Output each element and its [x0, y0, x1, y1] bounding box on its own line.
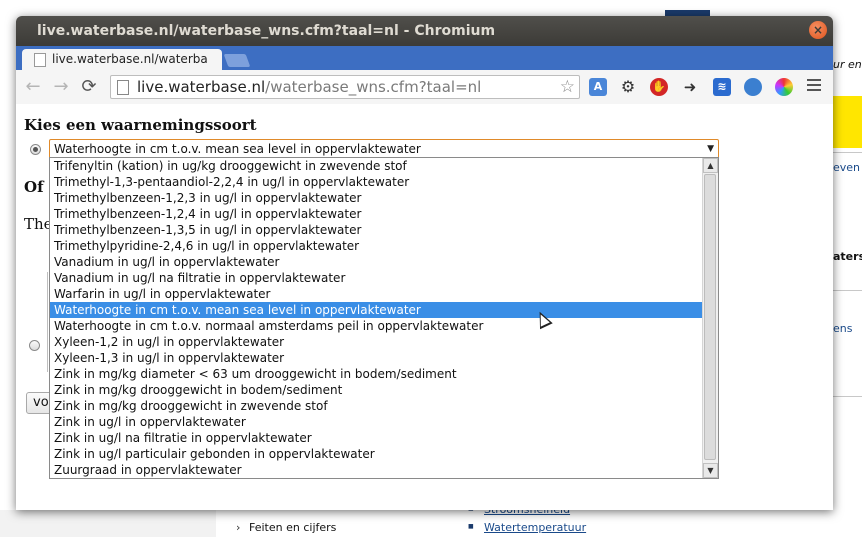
url-host: live.waterbase.nl: [137, 78, 266, 96]
phone-transfer-icon[interactable]: ➜: [681, 78, 699, 96]
scroll-up-icon[interactable]: ▲: [703, 158, 718, 173]
tab-strip: live.waterbase.nl/waterba: [16, 46, 833, 70]
chevron-right-icon: ›: [236, 521, 241, 534]
dropdown-option[interactable]: Xyleen-1,3 in ug/l in oppervlaktewater: [50, 350, 718, 366]
page-heading: Kies een waarnemingssoort: [24, 116, 257, 134]
scrollbar-thumb[interactable]: [704, 174, 716, 460]
background-text: ur en: [833, 58, 862, 71]
scroll-down-icon[interactable]: ▼: [703, 463, 718, 478]
background-link[interactable]: even: [833, 161, 860, 174]
tab-active[interactable]: live.waterbase.nl/waterba: [22, 49, 222, 70]
menu-icon[interactable]: [807, 79, 821, 94]
page-icon: [117, 80, 129, 95]
chevron-down-icon: ▼: [707, 144, 714, 154]
dropdown-option[interactable]: Vanadium in ug/l in oppervlaktewater: [50, 254, 718, 270]
background-yellow-banner: [833, 96, 862, 148]
background-divider: [833, 396, 862, 397]
url-text: live.waterbase.nl/waterbase_wns.cfm?taal…: [137, 76, 481, 98]
back-button[interactable]: ←: [22, 76, 44, 98]
stop-extension-icon[interactable]: ✋: [650, 78, 668, 96]
url-path: /waterbase_wns.cfm?taal=nl: [265, 78, 482, 96]
window-titlebar[interactable]: live.waterbase.nl/waterbase_wns.cfm?taal…: [16, 16, 833, 46]
dropdown-option[interactable]: Zink in mg/kg diameter < 63 um drooggewi…: [50, 366, 718, 382]
address-bar[interactable]: live.waterbase.nl/waterbase_wns.cfm?taal…: [110, 75, 580, 99]
dropdown-option[interactable]: Trifenyltin (kation) in ug/kg drooggewic…: [50, 158, 718, 174]
browser-toolbar: ← → ⟳ live.waterbase.nl/waterbase_wns.cf…: [16, 70, 833, 105]
dropdown-option[interactable]: Zink in mg/kg drooggewicht in zwevende s…: [50, 398, 718, 414]
background-margin: [0, 510, 216, 537]
observation-type-select[interactable]: Waterhoogte in cm t.o.v. mean sea level …: [49, 139, 719, 159]
translate-icon[interactable]: A: [589, 78, 607, 96]
globe-icon[interactable]: [744, 78, 762, 96]
window-title: live.waterbase.nl/waterbase_wns.cfm?taal…: [37, 23, 496, 39]
dropdown-option[interactable]: Waterhoogte in cm t.o.v. normaal amsterd…: [50, 318, 718, 334]
dropdown-option[interactable]: Zink in ug/l in oppervlaktewater: [50, 414, 718, 430]
dropdown-option[interactable]: Trimethylbenzeen-1,2,3 in ug/l in opperv…: [50, 190, 718, 206]
background-divider: [833, 290, 862, 291]
background-link[interactable]: ens: [833, 322, 852, 335]
observation-type-radio[interactable]: [30, 144, 41, 155]
dropdown-option[interactable]: Zink in ug/l na filtratie in oppervlakte…: [50, 430, 718, 446]
page-icon: [34, 53, 46, 67]
background-footer: › Feiten en cijfers ■ Stroomsnelheid ■ W…: [216, 503, 862, 537]
gear-icon[interactable]: ⚙: [619, 78, 637, 96]
background-divider: [833, 152, 862, 153]
footer-link-watertemperatuur[interactable]: Watertemperatuur: [484, 521, 586, 534]
dropdown-options: Trifenyltin (kation) in ug/kg drooggewic…: [50, 158, 718, 478]
waves-extension-icon[interactable]: ≋: [713, 78, 731, 96]
dropdown-option[interactable]: Zink in mg/kg drooggewicht in bodem/sedi…: [50, 382, 718, 398]
dropdown-option[interactable]: Warfarin in ug/l in oppervlaktewater: [50, 286, 718, 302]
dropdown-option[interactable]: Trimethylbenzeen-1,2,4 in ug/l in opperv…: [50, 206, 718, 222]
dropdown-option[interactable]: Zink in ug/l particulair gebonden in opp…: [50, 446, 718, 462]
bookmark-star-icon[interactable]: ☆: [560, 76, 575, 98]
bullet-icon: ■: [468, 523, 474, 530]
dropdown-scrollbar[interactable]: ▲ ▼: [702, 158, 718, 478]
observation-type-dropdown[interactable]: Trifenyltin (kation) in ug/kg drooggewic…: [49, 157, 719, 479]
select-value: Waterhoogte in cm t.o.v. mean sea level …: [54, 142, 421, 156]
new-tab-button[interactable]: [223, 54, 251, 67]
reload-button[interactable]: ⟳: [78, 76, 100, 98]
dropdown-option[interactable]: Vanadium in ug/l na filtratie in oppervl…: [50, 270, 718, 286]
dropdown-option[interactable]: Waterhoogte in cm t.o.v. mean sea level …: [50, 302, 718, 318]
theme-radio[interactable]: [29, 340, 40, 351]
close-window-button[interactable]: ×: [809, 21, 827, 39]
dropdown-option[interactable]: Trimethylbenzeen-1,3,5 in ug/l in opperv…: [50, 222, 718, 238]
background-heading: aterst: [833, 250, 862, 263]
dropdown-option[interactable]: Trimethyl-1,3-pentaandiol-2,2,4 in ug/l …: [50, 174, 718, 190]
color-picker-icon[interactable]: [775, 78, 793, 96]
dropdown-option[interactable]: Zuurgraad in oppervlaktewater: [50, 462, 718, 478]
dropdown-option[interactable]: Xyleen-1,2 in ug/l in oppervlaktewater: [50, 334, 718, 350]
forward-button[interactable]: →: [50, 76, 72, 98]
dropdown-option[interactable]: Trimethylpyridine-2,4,6 in ug/l in opper…: [50, 238, 718, 254]
tab-label: live.waterbase.nl/waterba: [52, 52, 208, 66]
footer-link-feiten[interactable]: Feiten en cijfers: [249, 521, 336, 534]
